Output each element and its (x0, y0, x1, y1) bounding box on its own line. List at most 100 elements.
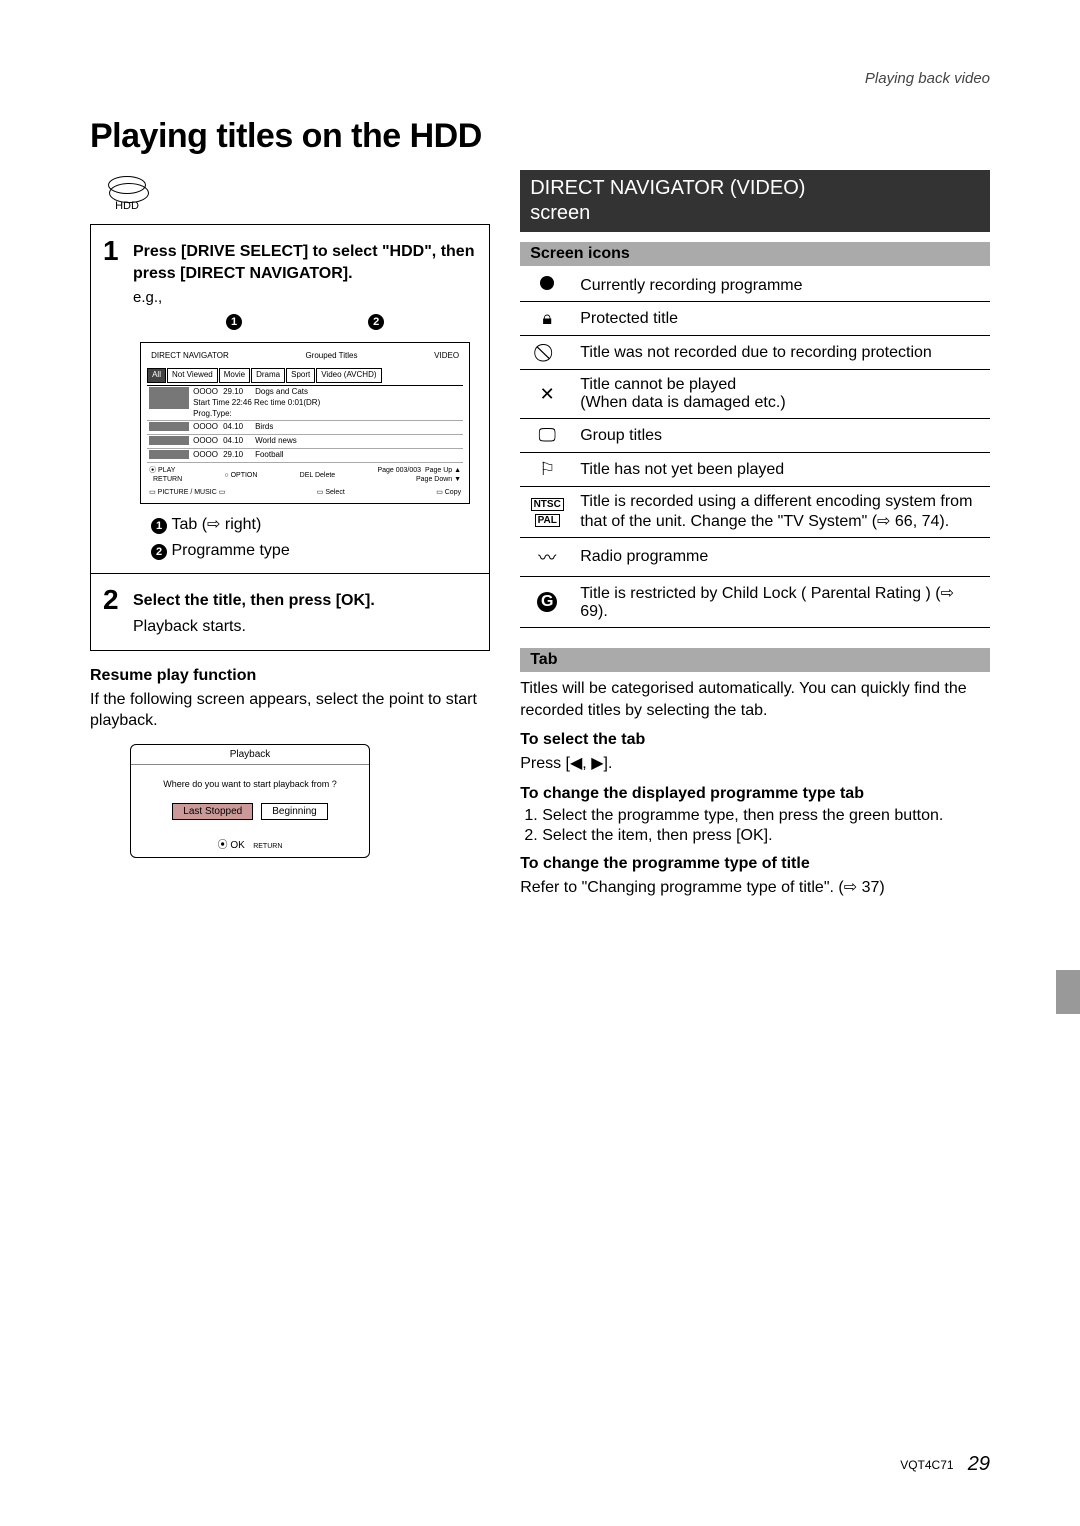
icon-desc: Title was not recorded due to recording … (574, 336, 990, 370)
table-row: ✕ Title cannot be played (When data is d… (520, 370, 990, 419)
icon-desc: Title cannot be played (When data is dam… (574, 370, 990, 419)
left-column: HDD 1 Press [DRIVE SELECT] to select "HD… (90, 170, 490, 898)
to-select-tab-heading: To select the tab (520, 731, 990, 749)
dn-title-left: DIRECT NAVIGATOR (151, 351, 229, 362)
dn-tabs: All Not Viewed Movie Drama Sport Video (… (147, 368, 463, 383)
playback-ok-return: ⦿ OK RETURN (131, 830, 369, 857)
dn-foot-copy: Copy (445, 489, 461, 496)
dn-tab: Not Viewed (167, 368, 218, 383)
icon-desc: Title is restricted by Child Lock ( Pare… (574, 577, 990, 628)
step-1-eg: e.g., (133, 288, 477, 308)
dn-row-date: 29.10 (223, 387, 255, 398)
dn-row-channel: OOOO (193, 450, 223, 461)
callout-1-icon: 1 (226, 314, 242, 330)
dn-row-channel: OOOO (193, 387, 223, 398)
dn-row-title: World news (255, 436, 461, 447)
to-select-tab-body: Press [◀, ▶]. (520, 753, 990, 775)
dn-row-progtype: Prog.Type: (193, 409, 461, 420)
dn-tab: All (147, 368, 166, 383)
dn-row: OOOO 04.10 Birds (147, 421, 463, 435)
page-footer: VQT4C71 29 (900, 1453, 990, 1476)
dn-row-channel: OOOO (193, 436, 223, 447)
playback-dialog-question: Where do you want to start playback from… (131, 765, 369, 803)
playback-dialog-title: Playback (131, 745, 369, 765)
table-row: G Title is restricted by Child Lock ( Pa… (520, 577, 990, 628)
dn-foot-return: RETURN (153, 476, 182, 483)
disc-icon (108, 176, 146, 194)
direct-navigator-screenshot: DIRECT NAVIGATOR Grouped Titles VIDEO Al… (140, 342, 470, 504)
thumbnail-icon (149, 436, 189, 445)
resume-heading: Resume play function (90, 667, 490, 685)
step-1: 1 Press [DRIVE SELECT] to select "HDD", … (91, 225, 489, 574)
not-viewed-icon: ⚐ (539, 459, 555, 479)
icon-desc: Radio programme (574, 538, 990, 577)
dn-row-date: 04.10 (223, 436, 255, 447)
thumbnail-icon (149, 387, 189, 409)
dn-foot-del: DEL Delete (300, 471, 336, 480)
callout-label-1: Tab (⇨ right) (171, 516, 261, 533)
step-2: 2 Select the title, then press [OK]. Pla… (91, 574, 489, 649)
dn-row: OOOO 29.10 Dogs and Cats Start Time 22:4… (147, 386, 463, 421)
beginning-button[interactable]: Beginning (261, 803, 327, 820)
callout-legend: 1 Tab (⇨ right) 2 Programme type (151, 514, 477, 561)
page-number: 29 (968, 1453, 990, 1475)
playback-dialog: Playback Where do you want to start play… (130, 744, 370, 858)
table-row: 🔒︎ Protected title (520, 302, 990, 336)
dn-title-right: VIDEO (434, 351, 459, 362)
dn-row-channel: OOOO (193, 422, 223, 433)
table-row: Currently recording programme (520, 270, 990, 302)
icon-desc: Protected title (574, 302, 990, 336)
child-lock-icon: G (537, 592, 557, 612)
icon-desc: Title is recorded using a different enco… (574, 487, 990, 538)
dn-foot-option: OPTION (231, 472, 258, 479)
dn-foot-play: PLAY (158, 467, 175, 474)
subsection-screen-icons: Screen icons (520, 242, 990, 266)
step-body: Press [DRIVE SELECT] to select "HDD", th… (133, 235, 477, 561)
callout-2-icon: 2 (368, 314, 384, 330)
to-change-progtype-tab-heading: To change the displayed programme type t… (520, 785, 990, 803)
dn-row-date: 29.10 (223, 450, 255, 461)
tab-para: Titles will be categorised automatically… (520, 678, 990, 721)
step-number: 2 (103, 584, 133, 637)
to-change-progtype-title-heading: To change the programme type of title (520, 855, 990, 873)
dn-tab: Drama (251, 368, 285, 383)
thumbnail-icon (149, 450, 189, 459)
table-row: 🖵︎ Group titles (520, 419, 990, 453)
dn-tab: Video (AVCHD) (316, 368, 381, 383)
dn-foot-picture-music: PICTURE / MUSIC (158, 489, 217, 496)
dn-row: OOOO 29.10 Football (147, 449, 463, 463)
callout-label-2: Programme type (171, 542, 289, 559)
dn-list: OOOO 29.10 Dogs and Cats Start Time 22:4… (147, 385, 463, 463)
dn-title-mid: Grouped Titles (305, 351, 357, 362)
last-stopped-button[interactable]: Last Stopped (172, 803, 253, 820)
dn-pagedn: Page Down (416, 476, 452, 483)
two-column-layout: HDD 1 Press [DRIVE SELECT] to select "HD… (90, 170, 990, 898)
section-tab (1056, 970, 1080, 1014)
subsection-tab: Tab (520, 648, 990, 672)
to-change-progtype-title-body: Refer to "Changing programme type of tit… (520, 877, 990, 899)
icon-desc: Group titles (574, 419, 990, 453)
page-title: Playing titles on the HDD (90, 117, 990, 156)
resume-para: If the following screen appears, select … (90, 689, 490, 732)
dn-row-date: 04.10 (223, 422, 255, 433)
right-column: DIRECT NAVIGATOR (VIDEO)screen Screen ic… (520, 170, 990, 898)
table-row: NTSC PAL Title is recorded using a diffe… (520, 487, 990, 538)
step-body: Select the title, then press [OK]. Playb… (133, 584, 477, 637)
step-1-instruction: Press [DRIVE SELECT] to select "HDD", th… (133, 241, 477, 284)
radio-icon: 〰 (538, 548, 556, 568)
recording-icon (540, 276, 554, 290)
resume-section: Resume play function If the following sc… (90, 667, 490, 858)
step-number: 1 (103, 235, 133, 561)
icon-desc: Title has not yet been played (574, 453, 990, 487)
screen-icons-table: Currently recording programme 🔒︎ Protect… (520, 270, 990, 628)
list-item: Select the programme type, then press th… (542, 807, 990, 825)
dn-row-title: Birds (255, 422, 461, 433)
table-row: ⃠ Title was not recorded due to recordin… (520, 336, 990, 370)
dn-row: OOOO 04.10 World news (147, 435, 463, 449)
dn-tab: Movie (219, 368, 250, 383)
dn-row-title: Football (255, 450, 461, 461)
list-item: Select the item, then press [OK]. (542, 827, 990, 845)
dn-tab: Sport (286, 368, 315, 383)
dn-pageup: Page Up (425, 467, 452, 474)
running-header: Playing back video (90, 70, 990, 87)
